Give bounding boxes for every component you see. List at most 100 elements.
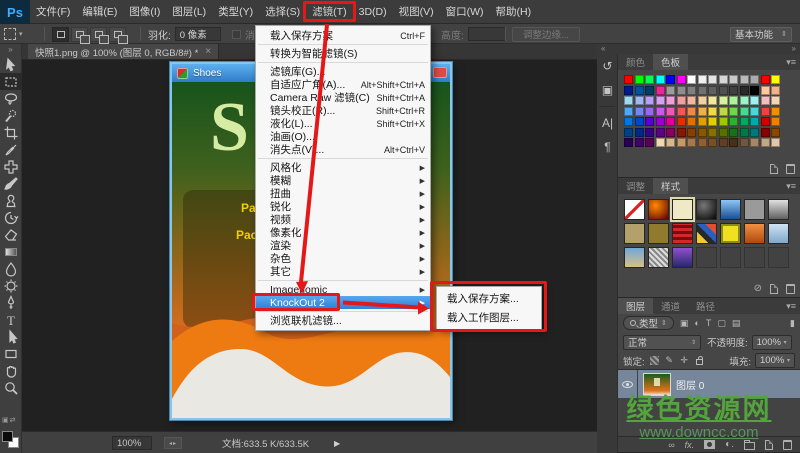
swatch-55[interactable] [729, 107, 738, 116]
swatch-19[interactable] [666, 86, 675, 95]
swatch-47[interactable] [645, 107, 654, 116]
swatch-69[interactable] [719, 117, 728, 126]
swatch-11[interactable] [740, 75, 749, 84]
menu-item-22[interactable]: Imagenomic▶ [256, 283, 430, 296]
collapse-strip-icon[interactable]: « [601, 44, 605, 53]
swatch-57[interactable] [750, 107, 759, 116]
swatch-103[interactable] [761, 138, 770, 147]
gradient-tool[interactable] [0, 243, 22, 260]
swatch-34[interactable] [666, 96, 675, 105]
pen-tool[interactable] [0, 294, 22, 311]
swatch-104[interactable] [771, 138, 780, 147]
style-thumb-6[interactable] [768, 199, 789, 220]
tab-swatches[interactable]: 色板 [653, 54, 688, 70]
delete-layer-icon[interactable] [783, 440, 792, 450]
lasso-tool[interactable] [0, 90, 22, 107]
menu-item-5[interactable]: 自适应广角(A)...Alt+Shift+Ctrl+A [256, 78, 430, 91]
swatch-61[interactable] [635, 117, 644, 126]
menu-item-12[interactable]: 风格化▶ [256, 161, 430, 174]
filter-type-layers-icon[interactable]: T [706, 318, 712, 328]
panel-menu-icon[interactable]: ▾≡ [786, 181, 796, 192]
swatch-66[interactable] [687, 117, 696, 126]
swatch-46[interactable] [635, 107, 644, 116]
style-thumb-18[interactable] [720, 247, 741, 268]
swatch-32[interactable] [645, 96, 654, 105]
swatch-91[interactable] [635, 138, 644, 147]
style-thumb-20[interactable] [768, 247, 789, 268]
swatch-5[interactable] [677, 75, 686, 84]
menubar-item-6[interactable]: 滤镜(T) [306, 0, 352, 23]
crop-tool[interactable] [0, 124, 22, 141]
swatch-15[interactable] [624, 86, 633, 95]
new-selection-button[interactable] [52, 27, 69, 42]
swatch-102[interactable] [750, 138, 759, 147]
swatch-40[interactable] [729, 96, 738, 105]
foreground-background-swatches[interactable] [2, 428, 20, 448]
history-brush-tool[interactable] [0, 209, 22, 226]
swatch-76[interactable] [635, 128, 644, 137]
spot-healing-brush-tool[interactable] [0, 158, 22, 175]
swatch-98[interactable] [708, 138, 717, 147]
swatch-21[interactable] [687, 86, 696, 95]
menu-item-17[interactable]: 像素化▶ [256, 226, 430, 239]
swatch-52[interactable] [698, 107, 707, 116]
lock-all-icon[interactable] [694, 355, 705, 366]
swatch-70[interactable] [729, 117, 738, 126]
swatch-59[interactable] [771, 107, 780, 116]
swatch-99[interactable] [719, 138, 728, 147]
opacity-dropdown[interactable]: 100% ▾ [752, 335, 792, 350]
style-thumb-4[interactable] [720, 199, 741, 220]
menu-item-10[interactable]: 消失点(V)...Alt+Ctrl+V [256, 143, 430, 156]
style-thumb-3[interactable] [696, 199, 717, 220]
tab-styles[interactable]: 样式 [653, 178, 688, 194]
tab-color[interactable]: 颜色 [618, 54, 653, 70]
scrubby-zoom-icon[interactable]: ◂▸ [164, 437, 182, 449]
delete-swatch-icon[interactable] [786, 164, 795, 174]
layer-style-fx-icon[interactable]: fx. [685, 440, 695, 450]
swatch-73[interactable] [761, 117, 770, 126]
swatch-27[interactable] [750, 86, 759, 95]
style-thumb-17[interactable] [696, 247, 717, 268]
menubar-item-5[interactable]: 选择(S) [259, 0, 306, 23]
swatch-100[interactable] [729, 138, 738, 147]
swatch-81[interactable] [687, 128, 696, 137]
style-thumb-7[interactable] [624, 223, 645, 244]
swatch-87[interactable] [750, 128, 759, 137]
filter-toggle-icon[interactable]: ▮ [790, 318, 795, 329]
swatch-29[interactable] [771, 86, 780, 95]
eraser-tool[interactable] [0, 226, 22, 243]
menu-item-13[interactable]: 模糊▶ [256, 174, 430, 187]
lock-transparency-icon[interactable] [649, 355, 660, 366]
default-swap-colors-icon[interactable]: ▣⇄ [2, 416, 16, 424]
swatch-8[interactable] [708, 75, 717, 84]
swatch-14[interactable] [771, 75, 780, 84]
style-thumb-19[interactable] [744, 247, 765, 268]
height-input[interactable] [468, 27, 506, 41]
swatch-41[interactable] [740, 96, 749, 105]
antialias-checkbox[interactable] [232, 30, 241, 39]
swatch-83[interactable] [708, 128, 717, 137]
menubar-item-2[interactable]: 图像(I) [123, 0, 166, 23]
swatch-54[interactable] [719, 107, 728, 116]
clone-stamp-tool[interactable] [0, 192, 22, 209]
swatch-20[interactable] [677, 86, 686, 95]
swatch-96[interactable] [687, 138, 696, 147]
hand-tool[interactable] [0, 362, 22, 379]
lock-pixels-icon[interactable]: ✎ [664, 355, 675, 366]
swatch-48[interactable] [656, 107, 665, 116]
delete-style-icon[interactable] [786, 284, 795, 294]
swatch-49[interactable] [666, 107, 675, 116]
swatch-97[interactable] [698, 138, 707, 147]
swatch-74[interactable] [771, 117, 780, 126]
tab-adjustments[interactable]: 调整 [618, 178, 653, 194]
menubar-item-10[interactable]: 帮助(H) [490, 0, 538, 23]
submenu-item-1[interactable]: 载入工作图层... [437, 308, 541, 327]
filter-smart-objects-icon[interactable]: ▤ [732, 318, 741, 329]
swatch-9[interactable] [719, 75, 728, 84]
menu-item-18[interactable]: 渲染▶ [256, 239, 430, 252]
menu-item-19[interactable]: 杂色▶ [256, 252, 430, 265]
swatch-42[interactable] [750, 96, 759, 105]
panel-menu-icon[interactable]: ▾≡ [786, 301, 796, 312]
swatch-53[interactable] [708, 107, 717, 116]
swatch-39[interactable] [719, 96, 728, 105]
